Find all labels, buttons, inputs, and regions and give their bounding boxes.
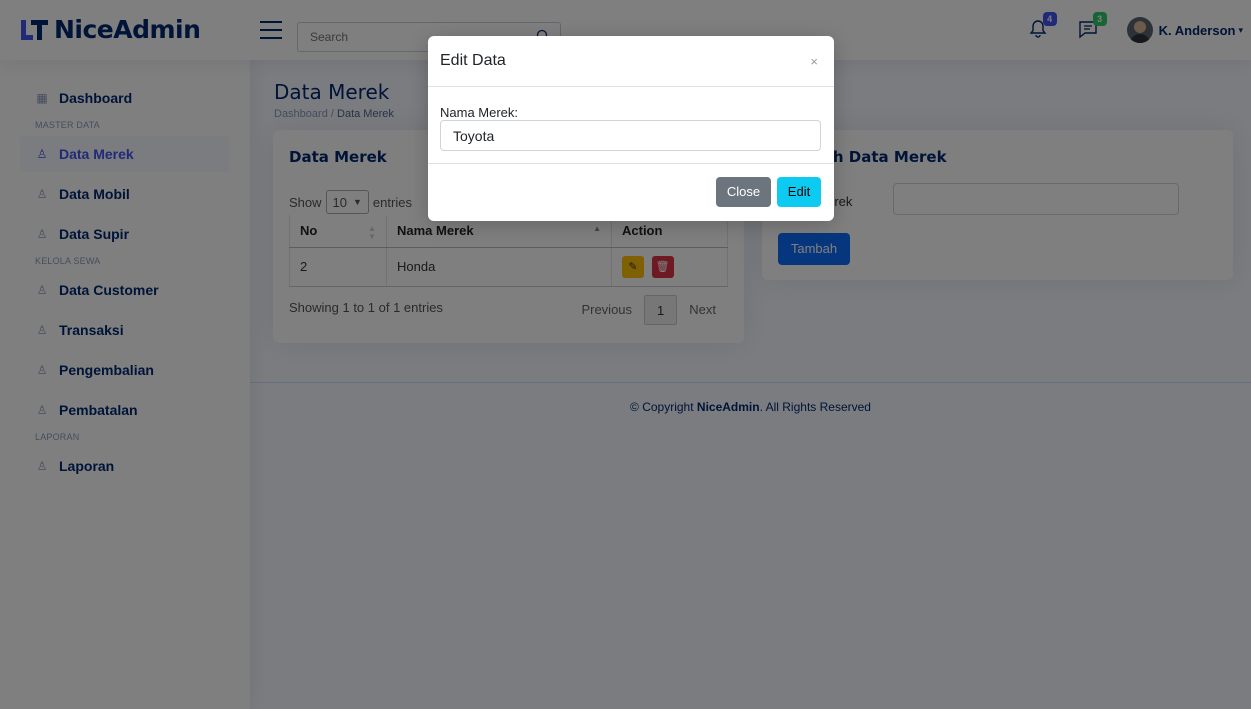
edit-modal: Edit Data × Nama Merek: Close Edit — [428, 36, 834, 221]
modal-header: Edit Data × — [428, 36, 834, 87]
close-icon[interactable]: × — [810, 54, 818, 69]
close-button[interactable]: Close — [716, 177, 771, 207]
modal-title: Edit Data — [440, 52, 506, 69]
modal-footer: Close Edit — [428, 164, 834, 221]
nama-merek-edit-label: Nama Merek: — [440, 105, 519, 120]
edit-submit-button[interactable]: Edit — [777, 177, 821, 207]
modal-body: Nama Merek: — [428, 87, 834, 164]
nama-merek-edit-input[interactable] — [440, 120, 821, 151]
